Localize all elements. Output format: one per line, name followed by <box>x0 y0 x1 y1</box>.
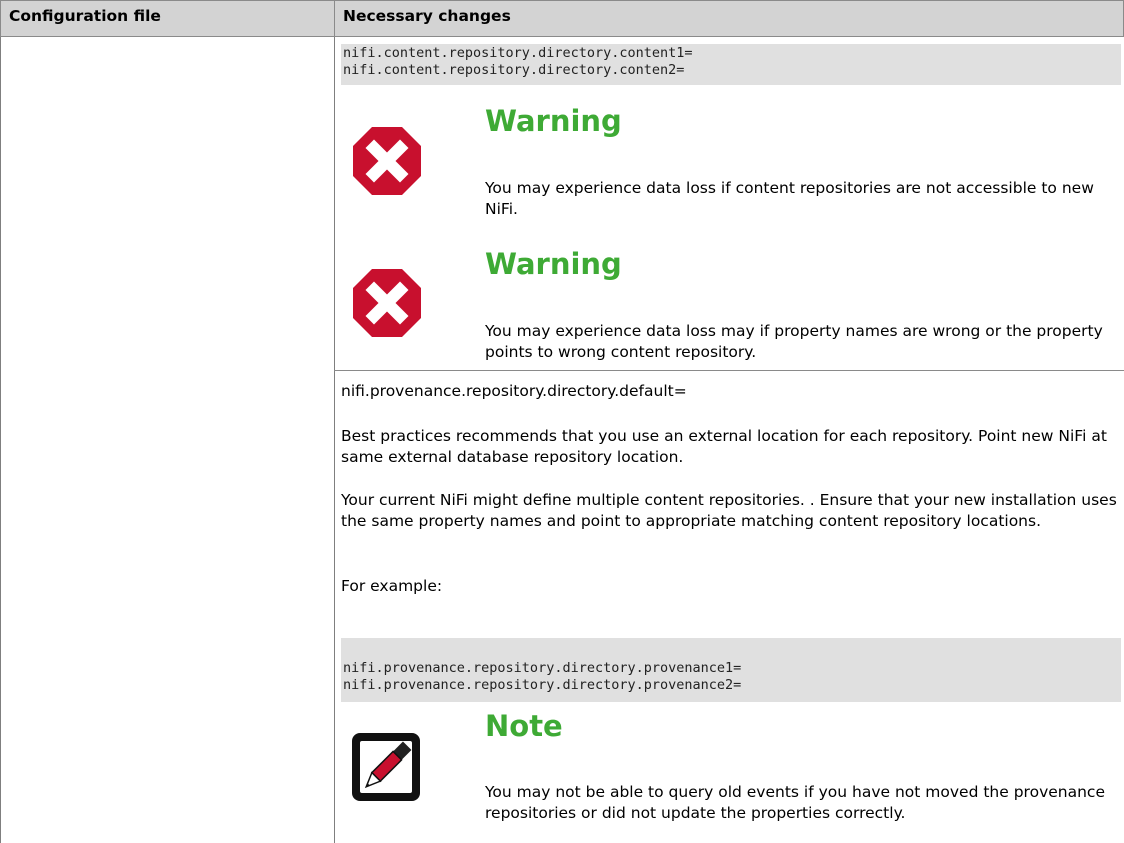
note-title: Note <box>485 709 563 743</box>
error-x-icon <box>353 269 421 337</box>
pencil-note-icon <box>352 733 420 801</box>
provenance-code-block: nifi.provenance.repository.directory.pro… <box>341 638 1121 702</box>
code-line: nifi.content.repository.directory.conten… <box>343 45 693 61</box>
warning-text: You may experience data loss may if prop… <box>485 322 1103 361</box>
content-repo-code-block: nifi.content.repository.directory.conten… <box>341 44 1121 85</box>
code-line: nifi.provenance.repository.directory.pro… <box>343 677 742 693</box>
provenance-property: nifi.provenance.repository.directory.def… <box>341 382 687 400</box>
left-border <box>0 37 1 843</box>
for-example-text: For example: <box>341 577 443 595</box>
table-header: Configuration file Necessary changes <box>0 0 1124 37</box>
column-divider <box>334 37 335 843</box>
error-x-icon <box>353 127 421 195</box>
warning-text: You may experience data loss if content … <box>485 179 1094 218</box>
code-line: nifi.content.repository.directory.conten… <box>343 62 685 78</box>
header-configuration-file: Configuration file <box>0 0 335 37</box>
multiple-repositories-paragraph: Your current NiFi might define multiple … <box>341 491 1117 530</box>
note-text: You may not be able to query old events … <box>485 783 1105 822</box>
best-practices-paragraph: Best practices recommends that you use a… <box>341 427 1107 466</box>
row-separator <box>334 370 1124 371</box>
document-table: Configuration file Necessary changes nif… <box>0 0 1124 843</box>
header-necessary-changes: Necessary changes <box>334 0 1124 37</box>
code-line: nifi.provenance.repository.directory.pro… <box>343 660 742 676</box>
warning-title: Warning <box>485 104 622 138</box>
warning-title: Warning <box>485 247 622 281</box>
